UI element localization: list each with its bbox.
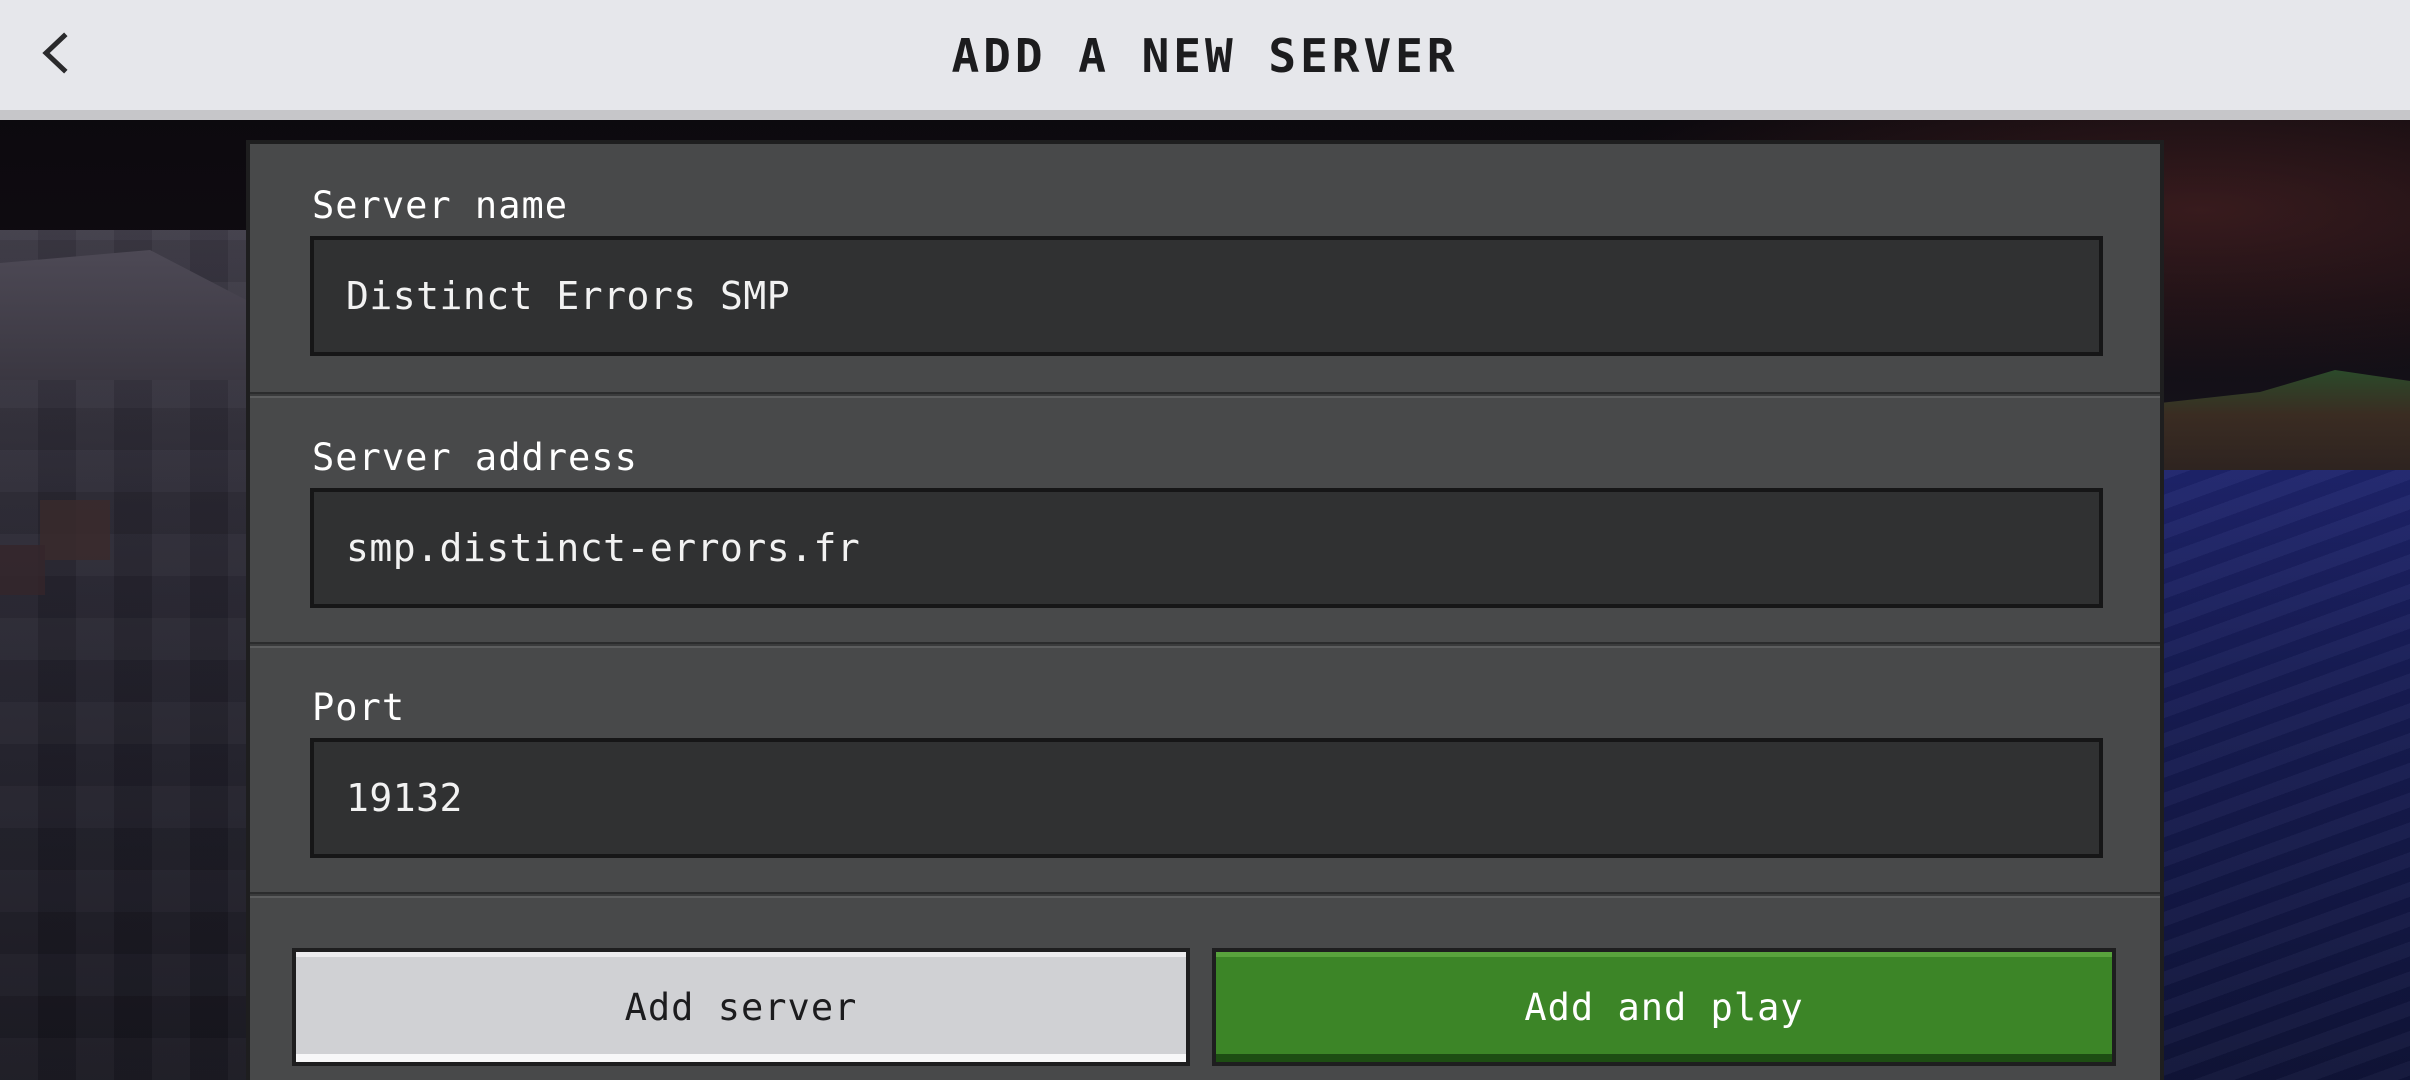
add-and-play-button[interactable]: Add and play bbox=[1212, 948, 2116, 1066]
server-address-input[interactable] bbox=[310, 488, 2103, 608]
port-label: Port bbox=[312, 686, 406, 729]
server-address-section: Server address bbox=[250, 396, 2160, 644]
divider bbox=[250, 892, 2160, 898]
header-bar: ADD A NEW SERVER bbox=[0, 0, 2410, 120]
port-section: Port bbox=[250, 646, 2160, 894]
add-server-button[interactable]: Add server bbox=[292, 948, 1190, 1066]
dirt-block bbox=[40, 500, 110, 560]
server-name-label: Server name bbox=[312, 184, 569, 227]
port-input[interactable] bbox=[310, 738, 2103, 858]
chevron-left-icon bbox=[38, 30, 72, 80]
water bbox=[2150, 470, 2410, 1080]
server-name-section: Server name bbox=[250, 144, 2160, 394]
back-button[interactable] bbox=[20, 20, 90, 90]
server-address-label: Server address bbox=[312, 436, 638, 479]
distant-land bbox=[2160, 370, 2410, 480]
page-title: ADD A NEW SERVER bbox=[951, 29, 1459, 83]
server-name-input[interactable] bbox=[310, 236, 2103, 356]
server-form-panel: Server name Server address Port Add serv… bbox=[246, 140, 2164, 1080]
dirt-block bbox=[0, 545, 45, 595]
